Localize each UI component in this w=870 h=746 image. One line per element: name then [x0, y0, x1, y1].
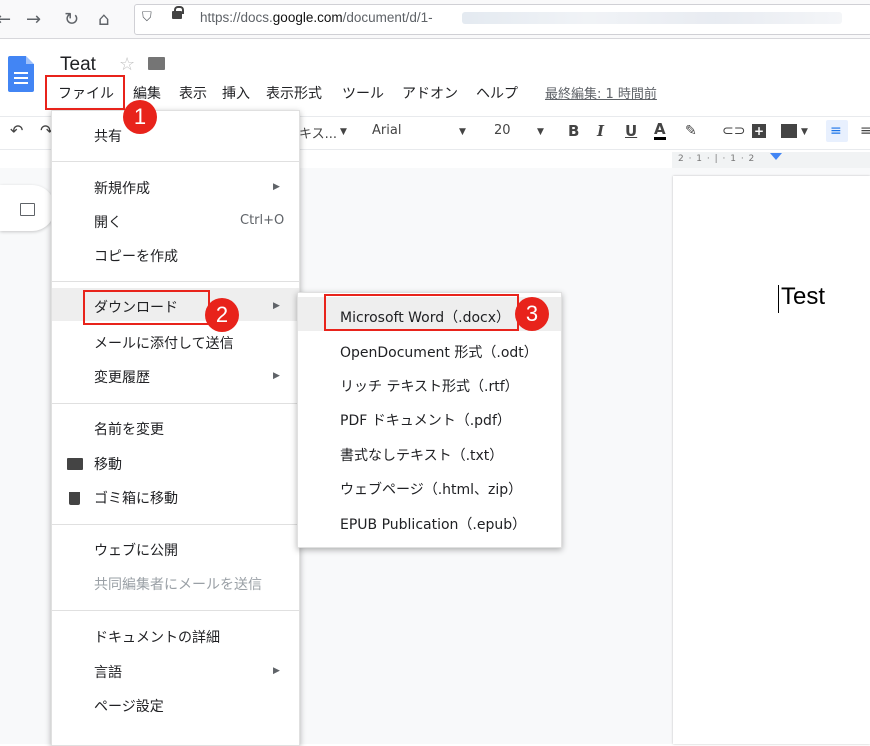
file-menu: 共有 新規作成 ▶ 開く Ctrl+O コピーを作成 ダウンロード ▶ メールに…: [51, 110, 300, 746]
highlight-icon[interactable]: ✎: [685, 123, 697, 139]
docs-logo-icon[interactable]: [8, 56, 34, 92]
menu-item-version-history[interactable]: 変更履歴: [94, 367, 150, 387]
submenu-arrow-icon: ▶: [273, 301, 280, 311]
annotation-box-download: [83, 290, 210, 325]
chevron-down-icon[interactable]: ▼: [801, 127, 808, 137]
menu-help[interactable]: ヘルプ: [476, 83, 518, 103]
download-epub[interactable]: EPUB Publication（.epub）: [340, 514, 526, 534]
chevron-down-icon[interactable]: ▼: [537, 127, 544, 137]
chevron-down-icon[interactable]: ▼: [340, 127, 347, 137]
lock-shackle: [174, 6, 184, 14]
download-odt[interactable]: OpenDocument 形式（.odt）: [340, 342, 538, 362]
trash-icon: [69, 492, 80, 505]
home-icon[interactable]: ⌂: [98, 9, 109, 30]
menu-insert[interactable]: 挿入: [222, 83, 250, 103]
underline-button[interactable]: U: [625, 122, 637, 140]
url-blurred-segment: [462, 12, 842, 24]
annotation-box-docx: [324, 294, 519, 331]
outline-icon: [20, 203, 35, 216]
reload-icon[interactable]: ↻: [64, 9, 79, 30]
step-badge-3: 3: [515, 297, 549, 331]
menu-item-language[interactable]: 言語: [94, 662, 122, 682]
menu-tools[interactable]: ツール: [342, 83, 384, 103]
step-badge-1: 1: [123, 100, 157, 134]
forward-icon[interactable]: →: [26, 9, 41, 30]
folder-icon: [67, 458, 83, 470]
menu-view[interactable]: 表示: [179, 83, 207, 103]
menu-item-new[interactable]: 新規作成: [94, 178, 150, 198]
submenu-arrow-icon: ▶: [273, 666, 280, 676]
document-title[interactable]: Teat: [60, 54, 96, 76]
download-rtf[interactable]: リッチ テキスト形式（.rtf）: [340, 376, 519, 396]
back-icon[interactable]: ←: [0, 9, 11, 30]
menu-item-rename[interactable]: 名前を変更: [94, 419, 164, 439]
menu-item-make-copy[interactable]: コピーを作成: [94, 246, 178, 266]
download-html[interactable]: ウェブページ（.html、zip）: [340, 479, 522, 499]
chevron-down-icon[interactable]: ▼: [459, 127, 466, 137]
step-badge-2: 2: [205, 298, 239, 332]
shortcut-label: Ctrl+O: [240, 213, 285, 228]
menu-item-open[interactable]: 開く: [94, 212, 122, 232]
shield-icon[interactable]: ⛉: [142, 10, 152, 25]
document-page[interactable]: [673, 176, 870, 744]
text-cursor: [778, 285, 779, 313]
url-text[interactable]: https://docs.google.com/document/d/1-: [200, 10, 433, 25]
menu-item-email-attachment[interactable]: メールに添付して送信: [94, 333, 234, 353]
menu-format[interactable]: 表示形式: [266, 83, 322, 103]
download-txt[interactable]: 書式なしテキスト（.txt）: [340, 445, 503, 465]
menu-item-share[interactable]: 共有: [94, 126, 122, 146]
menu-item-move-to-trash[interactable]: ゴミ箱に移動: [94, 488, 178, 508]
font-size-dropdown[interactable]: 20: [494, 123, 511, 138]
star-icon[interactable]: ☆: [119, 54, 135, 75]
submenu-arrow-icon: ▶: [273, 182, 280, 192]
text-color-button[interactable]: A: [654, 122, 666, 140]
italic-button[interactable]: I: [597, 122, 604, 140]
ruler-ticks: 2 · 1 · | · 1 · 2: [678, 154, 756, 164]
menu-item-publish-web[interactable]: ウェブに公開: [94, 540, 178, 560]
menu-item-document-details[interactable]: ドキュメントの詳細: [94, 627, 220, 647]
menu-addons[interactable]: アドオン: [402, 83, 458, 103]
align-center-icon[interactable]: ≡: [860, 123, 870, 139]
menu-item-move[interactable]: 移動: [94, 454, 122, 474]
menu-item-email-collaborators[interactable]: 共同編集者にメールを送信: [94, 574, 262, 594]
insert-comment-icon[interactable]: +: [752, 124, 766, 138]
last-edit-link[interactable]: 最終編集: 1 時間前: [545, 83, 657, 102]
align-left-icon: ≡: [830, 123, 842, 139]
download-pdf[interactable]: PDF ドキュメント（.pdf）: [340, 410, 511, 430]
bold-button[interactable]: B: [568, 122, 579, 140]
undo-icon[interactable]: ↶: [10, 121, 23, 140]
folder-icon[interactable]: [148, 57, 165, 70]
link-icon[interactable]: ⊂⊃: [722, 123, 745, 139]
insert-image-icon[interactable]: [781, 124, 797, 138]
document-body-text[interactable]: Test: [781, 283, 825, 311]
menu-item-page-setup[interactable]: ページ設定: [94, 696, 164, 716]
font-dropdown[interactable]: Arial: [372, 123, 401, 138]
submenu-arrow-icon: ▶: [273, 371, 280, 381]
annotation-box-file-menu: [45, 75, 125, 110]
